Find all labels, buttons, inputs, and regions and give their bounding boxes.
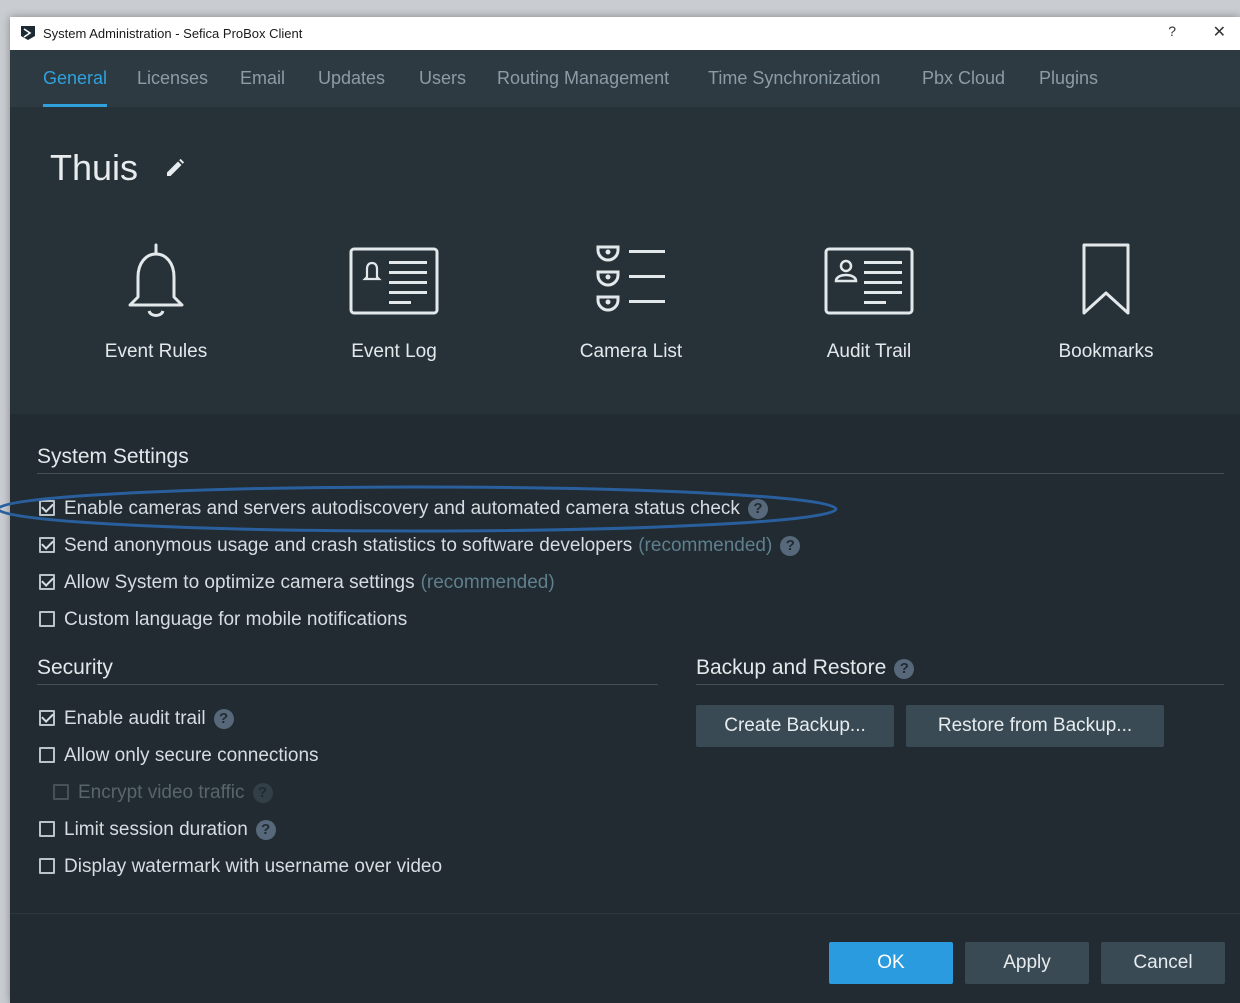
tab-general[interactable]: General xyxy=(43,68,107,89)
event-rules-tile[interactable]: Event Rules xyxy=(66,241,246,381)
bookmarks-label: Bookmarks xyxy=(1058,341,1154,362)
help-icon[interactable]: ? xyxy=(894,659,915,679)
usage-statistics-checkbox-row[interactable]: Send anonymous usage and crash statistic… xyxy=(39,535,801,559)
limit-session-label: Limit session duration xyxy=(64,819,248,840)
backup-restore-heading: Backup and Restore xyxy=(696,656,887,679)
cancel-button[interactable]: Cancel xyxy=(1101,942,1225,984)
tab-routing-management[interactable]: Routing Management xyxy=(497,68,669,89)
window-title: System Administration - Sefica ProBox Cl… xyxy=(43,26,303,41)
system-settings-divider xyxy=(37,473,1224,474)
backup-restore-divider xyxy=(696,684,1224,685)
tab-plugins[interactable]: Plugins xyxy=(1039,68,1098,89)
pencil-edit-icon[interactable] xyxy=(163,156,187,180)
bookmark-icon xyxy=(1082,243,1130,315)
system-settings-heading: System Settings xyxy=(37,445,189,468)
security-divider xyxy=(37,684,658,685)
create-backup-button[interactable]: Create Backup... xyxy=(696,705,894,747)
watermark-checkbox-row[interactable]: Display watermark with username over vid… xyxy=(39,856,442,880)
system-administration-window: System Administration - Sefica ProBox Cl… xyxy=(10,17,1240,1003)
secure-connections-checkbox[interactable] xyxy=(39,747,55,763)
audit-trail-label: Audit Trail xyxy=(826,341,912,362)
security-heading: Security xyxy=(37,656,113,679)
tab-bar: General Licenses Email Updates Users Rou… xyxy=(10,50,1240,107)
watermark-checkbox[interactable] xyxy=(39,858,55,874)
backup-restore-heading-row: Backup and Restore? xyxy=(696,656,915,680)
audit-trail-checkbox[interactable] xyxy=(39,710,55,726)
event-log-tile[interactable]: Event Log xyxy=(304,241,484,381)
app-logo-icon xyxy=(21,26,35,40)
custom-language-label: Custom language for mobile notifications xyxy=(64,609,408,630)
tab-time-synchronization[interactable]: Time Synchronization xyxy=(708,68,880,89)
help-icon: ? xyxy=(252,783,273,803)
audit-trail-checkbox-row[interactable]: Enable audit trail? xyxy=(39,708,234,732)
custom-language-checkbox-row[interactable]: Custom language for mobile notifications xyxy=(39,609,407,633)
help-button[interactable]: ? xyxy=(1168,23,1176,39)
bookmarks-tile[interactable]: Bookmarks xyxy=(1016,241,1196,381)
usage-statistics-label: Send anonymous usage and crash statistic… xyxy=(64,535,633,556)
audit-trail-tile[interactable]: Audit Trail xyxy=(779,241,959,381)
event-log-label: Event Log xyxy=(351,341,437,362)
secure-connections-label: Allow only secure connections xyxy=(64,745,319,766)
optimize-camera-label: Allow System to optimize camera settings xyxy=(64,572,415,593)
encrypt-video-checkbox xyxy=(53,784,69,800)
event-rules-label: Event Rules xyxy=(104,341,208,362)
event-log-icon xyxy=(349,247,439,315)
bell-icon xyxy=(128,243,184,317)
camera-list-label: Camera List xyxy=(579,341,683,362)
secure-connections-checkbox-row[interactable]: Allow only secure connections xyxy=(39,745,319,769)
system-name: Thuis xyxy=(50,147,139,188)
tab-updates[interactable]: Updates xyxy=(318,68,385,89)
encrypt-video-checkbox-row: Encrypt video traffic? xyxy=(53,782,273,806)
apply-button[interactable]: Apply xyxy=(965,942,1089,984)
help-icon[interactable]: ? xyxy=(747,499,768,519)
help-icon[interactable]: ? xyxy=(780,536,801,556)
camera-list-tile[interactable]: Camera List xyxy=(541,241,721,381)
tab-pbx-cloud[interactable]: Pbx Cloud xyxy=(922,68,1005,89)
recommended-note: (recommended) xyxy=(638,535,773,556)
audit-trail-option-label: Enable audit trail xyxy=(64,708,206,729)
audit-trail-icon xyxy=(824,247,914,315)
tab-users[interactable]: Users xyxy=(419,68,466,89)
encrypt-video-label: Encrypt video traffic xyxy=(78,782,245,803)
tab-licenses[interactable]: Licenses xyxy=(137,68,208,89)
help-icon[interactable]: ? xyxy=(213,709,234,729)
autodiscovery-checkbox[interactable] xyxy=(39,500,55,516)
optimize-camera-checkbox[interactable] xyxy=(39,574,55,590)
footer-divider xyxy=(10,913,1240,914)
help-icon[interactable]: ? xyxy=(255,820,276,840)
close-button[interactable]: ✕ xyxy=(1213,22,1226,42)
usage-statistics-checkbox[interactable] xyxy=(39,537,55,553)
system-overview-panel: Thuis Event Rules Event Log Camera List … xyxy=(10,107,1240,414)
autodiscovery-checkbox-row[interactable]: Enable cameras and servers autodiscovery… xyxy=(39,498,768,522)
title-bar: System Administration - Sefica ProBox Cl… xyxy=(10,17,1240,50)
watermark-label: Display watermark with username over vid… xyxy=(64,856,443,877)
autodiscovery-label: Enable cameras and servers autodiscovery… xyxy=(64,498,740,519)
tab-email[interactable]: Email xyxy=(240,68,285,89)
restore-backup-button[interactable]: Restore from Backup... xyxy=(906,705,1164,747)
custom-language-checkbox[interactable] xyxy=(39,611,55,627)
recommended-note: (recommended) xyxy=(420,572,555,593)
limit-session-checkbox[interactable] xyxy=(39,821,55,837)
ok-button[interactable]: OK xyxy=(829,942,953,984)
camera-list-icon xyxy=(596,245,665,312)
optimize-camera-checkbox-row[interactable]: Allow System to optimize camera settings… xyxy=(39,572,555,596)
limit-session-checkbox-row[interactable]: Limit session duration? xyxy=(39,819,276,843)
